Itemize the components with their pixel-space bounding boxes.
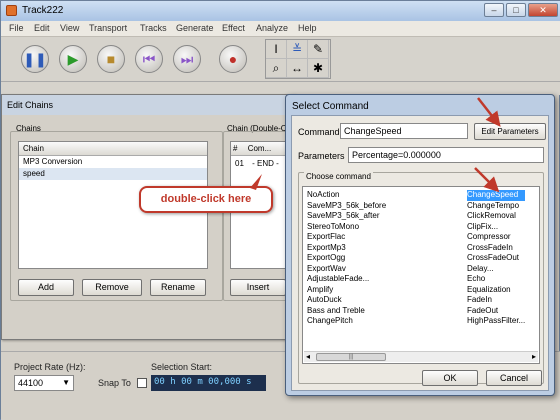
annotation-arrows [250, 97, 501, 193]
arrow-to-changespeed-icon [474, 167, 500, 193]
arrow-to-edit-parameters-icon [477, 97, 501, 127]
callout-pointer [250, 174, 262, 190]
